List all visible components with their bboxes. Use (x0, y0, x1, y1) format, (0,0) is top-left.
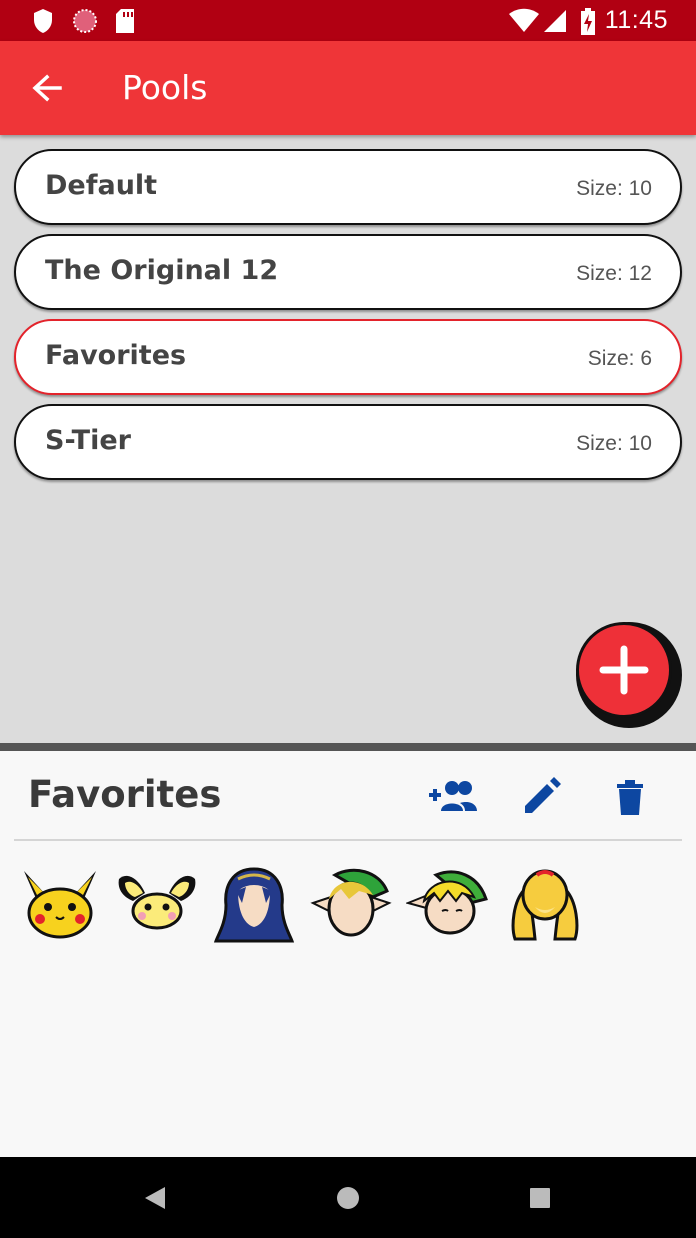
app-bar: Pools (0, 41, 696, 135)
isabelle-icon[interactable] (503, 865, 587, 945)
plus-icon (599, 645, 649, 695)
pool-size: Size: 12 (576, 262, 652, 285)
edit-pencil-icon (525, 777, 561, 813)
pool-name: S-Tier (45, 425, 131, 456)
toon-link-icon[interactable] (406, 865, 490, 945)
arrow-left-icon (32, 74, 62, 102)
pool-item-the-original-12[interactable]: The Original 12 Size: 12 (14, 234, 682, 310)
globe-icon (73, 9, 97, 33)
delete-button[interactable] (604, 775, 656, 817)
nav-home-button[interactable] (333, 1183, 363, 1213)
wifi-icon (509, 8, 539, 32)
home-circle-icon (337, 1187, 359, 1209)
pool-item-s-tier[interactable]: S-Tier Size: 10 (14, 404, 682, 480)
lucina-icon[interactable] (212, 865, 296, 945)
delete-trash-icon (617, 780, 643, 815)
panel-divider[interactable] (0, 743, 696, 751)
shield-icon (34, 9, 52, 33)
back-button[interactable] (22, 64, 72, 114)
page-title: Pools (122, 68, 208, 107)
pool-size: Size: 10 (576, 432, 652, 455)
status-time: 11:45 (604, 6, 668, 34)
edit-button[interactable] (517, 775, 569, 817)
pikachu-icon[interactable] (18, 865, 102, 945)
pool-size: Size: 6 (587, 347, 652, 370)
pool-detail-panel: Favorites (0, 751, 696, 1157)
pool-item-default[interactable]: Default Size: 10 (14, 149, 682, 225)
young-link-icon[interactable] (309, 865, 393, 945)
panel-divider-line (14, 839, 682, 841)
nav-back-button[interactable] (141, 1183, 171, 1213)
status-bar: 11:45 (0, 0, 696, 41)
pool-name: The Original 12 (45, 255, 279, 286)
fab-face (576, 622, 672, 718)
back-triangle-icon (145, 1187, 165, 1209)
nav-recents-button[interactable] (525, 1183, 555, 1213)
add-pool-button[interactable] (576, 622, 682, 728)
add-group-button[interactable] (427, 775, 479, 817)
pool-list: Default Size: 10 The Original 12 Size: 1… (14, 149, 682, 489)
pool-name: Default (45, 170, 158, 201)
pool-size: Size: 10 (576, 177, 652, 200)
pichu-icon[interactable] (115, 865, 199, 945)
pool-name: Favorites (45, 340, 187, 371)
sd-card-icon (116, 9, 134, 33)
battery-charging-icon (581, 8, 595, 35)
recents-square-icon (530, 1188, 550, 1208)
panel-title: Favorites (28, 773, 222, 816)
pool-item-favorites[interactable]: Favorites Size: 6 (14, 319, 682, 395)
signal-icon (544, 10, 566, 32)
add-group-icon (429, 781, 477, 811)
system-nav-bar (0, 1157, 696, 1238)
